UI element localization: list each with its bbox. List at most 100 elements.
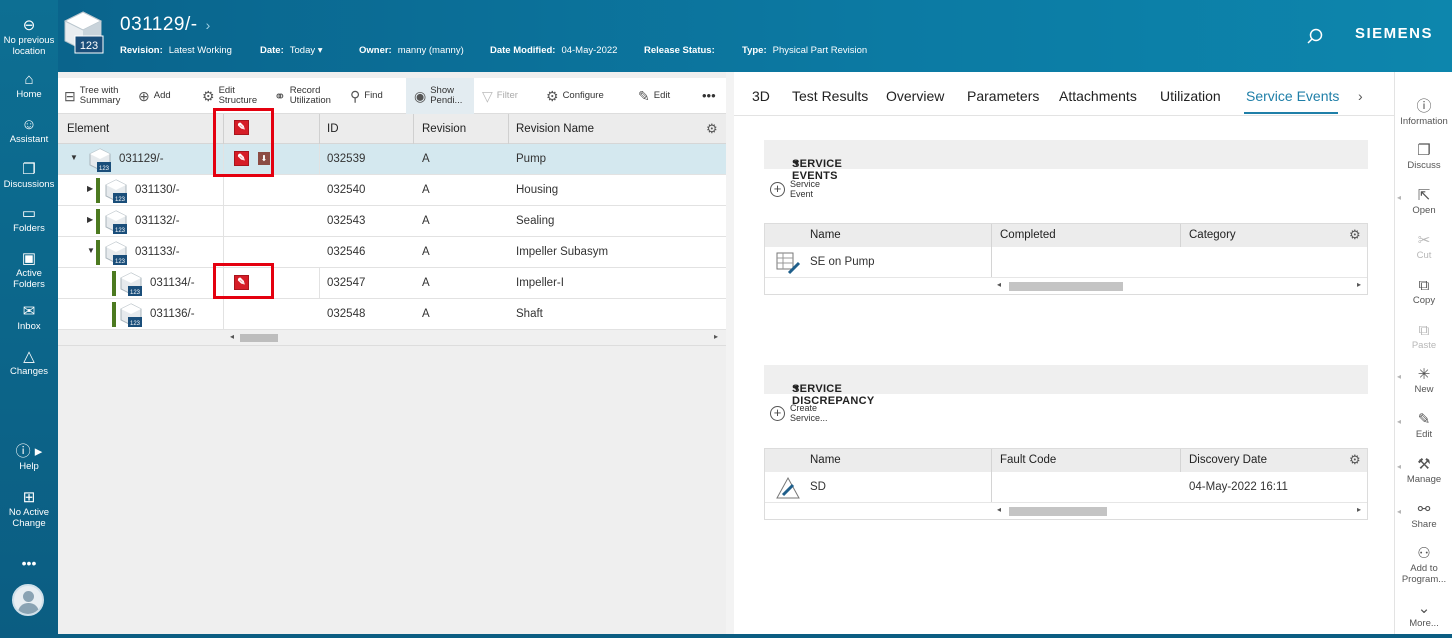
- tree-with-summary-button[interactable]: ⊟ Tree with Summary: [64, 78, 120, 114]
- add-button[interactable]: ⊕ Add: [138, 78, 171, 114]
- table-settings-gear-icon[interactable]: ⚙: [1349, 227, 1361, 243]
- add-to-program-button[interactable]: ⚇ Add to Program...: [1395, 545, 1452, 585]
- tabs-more-chevron-icon[interactable]: ›: [1358, 88, 1363, 104]
- scrollbar-thumb[interactable]: [240, 334, 278, 342]
- collapse-icon[interactable]: ▼: [87, 246, 95, 255]
- more-button[interactable]: ⌄ More...: [1395, 600, 1452, 629]
- open-button[interactable]: ◂ ⇱ Open: [1395, 187, 1452, 216]
- service-column-icon[interactable]: ✎: [234, 120, 249, 135]
- col-revision[interactable]: Revision: [422, 123, 466, 135]
- scroll-left-icon[interactable]: ◂: [997, 280, 1001, 289]
- new-button[interactable]: ◂ ✳ New: [1395, 366, 1452, 395]
- tab-test-results[interactable]: Test Results: [792, 88, 868, 104]
- scroll-right-icon[interactable]: ▸: [1357, 280, 1361, 289]
- tab-attachments[interactable]: Attachments: [1059, 88, 1137, 104]
- expand-icon[interactable]: ▶: [87, 215, 93, 224]
- rail-no-active-change[interactable]: ⊞ No Active Change: [0, 490, 58, 530]
- discuss-button[interactable]: ❐ Discuss: [1395, 142, 1452, 171]
- configure-button[interactable]: ⚙ Configure: [546, 78, 604, 114]
- edit-structure-button[interactable]: ⚙ Edit Structure: [202, 78, 257, 114]
- scroll-left-icon[interactable]: ◂: [997, 505, 1001, 514]
- item-id: 032547: [327, 277, 366, 289]
- table-row[interactable]: ▼ 123 031129/- ✎ ⬇ 032539 A Pump: [58, 144, 726, 175]
- rail-discussions[interactable]: ❐ Discussions: [0, 162, 58, 191]
- table-row[interactable]: 123 031134/- ✎ 032547 A Impeller-I: [58, 268, 726, 299]
- col-fault-code[interactable]: Fault Code: [1000, 454, 1056, 466]
- table-settings-gear-icon[interactable]: ⚙: [1349, 452, 1361, 468]
- find-button[interactable]: ⚲ Find: [350, 78, 383, 114]
- copy-button[interactable]: ⧉ Copy: [1395, 277, 1452, 306]
- table-horizontal-scrollbar[interactable]: ◂ ▸: [765, 278, 1367, 294]
- tab-overview[interactable]: Overview: [886, 88, 944, 104]
- rail-no-previous-location[interactable]: ⊖ No previous location: [0, 18, 58, 58]
- table-horizontal-scrollbar[interactable]: ◂ ▸: [765, 503, 1367, 519]
- table-row[interactable]: ▶ 123 031132/- 032543 A Sealing: [58, 206, 726, 237]
- scroll-right-icon[interactable]: ▸: [714, 332, 718, 341]
- table-row[interactable]: SE on Pump: [765, 247, 1367, 278]
- rail-inbox[interactable]: ✉ Inbox: [0, 304, 58, 333]
- information-button[interactable]: ⓘ Information: [1395, 98, 1452, 127]
- tab-parameters[interactable]: Parameters: [967, 88, 1039, 104]
- service-events-section-header[interactable]: ▼ SERVICE EVENTS: [764, 140, 1368, 182]
- rail-home[interactable]: ⌂ Home: [0, 72, 58, 101]
- col-name[interactable]: Name: [810, 454, 841, 466]
- col-name[interactable]: Name: [810, 229, 841, 241]
- col-category[interactable]: Category: [1189, 229, 1236, 241]
- rail-more-button[interactable]: •••: [0, 556, 58, 570]
- table-row[interactable]: ▶ 123 031130/- 032540 A Housing: [58, 175, 726, 206]
- edit-button[interactable]: ✎ Edit: [638, 78, 670, 114]
- meta-date[interactable]: Date: Today ▾: [260, 45, 323, 56]
- svg-text:123: 123: [115, 259, 126, 265]
- record-utilization-button[interactable]: ⚭ Record Utilization: [274, 78, 331, 114]
- col-completed[interactable]: Completed: [1000, 229, 1056, 241]
- rail-changes[interactable]: △ Changes: [0, 349, 58, 378]
- manage-button[interactable]: ◂ ⚒ Manage: [1395, 456, 1452, 485]
- scrollbar-thumb[interactable]: [1009, 507, 1107, 516]
- paste-button[interactable]: ⧉ Paste: [1395, 322, 1452, 351]
- col-id[interactable]: ID: [327, 123, 339, 135]
- download-icon[interactable]: ⬇: [258, 152, 270, 165]
- item-revision: A: [422, 184, 430, 196]
- collapse-icon[interactable]: ▼: [70, 153, 78, 162]
- tab-3d[interactable]: 3D: [752, 88, 770, 104]
- cut-button[interactable]: ✂ Cut: [1395, 232, 1452, 261]
- tab-service-events[interactable]: Service Events: [1246, 88, 1339, 104]
- chevron-down-icon: ⌄: [1417, 600, 1431, 617]
- table-row[interactable]: 123 031136/- 032548 A Shaft: [58, 299, 726, 330]
- rail-folders[interactable]: ▭ Folders: [0, 206, 58, 235]
- item-id: 032543: [327, 215, 366, 227]
- title-chevron-icon[interactable]: ›: [206, 17, 211, 33]
- item-id: 032539: [327, 153, 366, 165]
- create-service-discrepancy-button[interactable]: + Create Service...: [770, 402, 850, 426]
- service-wrench-icon[interactable]: ✎: [234, 275, 249, 290]
- avatar-body: [18, 603, 39, 614]
- expand-icon[interactable]: ▶: [87, 184, 93, 193]
- page-title: 031129/- ›: [120, 14, 211, 35]
- scroll-right-icon[interactable]: ▸: [1357, 505, 1361, 514]
- col-element[interactable]: Element: [67, 123, 109, 135]
- rail-active-folders[interactable]: ▣ Active Folders: [0, 250, 58, 291]
- toolbar-more-button[interactable]: •••: [702, 78, 716, 114]
- col-discovery-date[interactable]: Discovery Date: [1189, 454, 1267, 466]
- service-event-icon: [776, 252, 801, 275]
- filter-button[interactable]: ▽ Filter: [482, 78, 518, 114]
- rail-assistant[interactable]: ☺ Assistant: [0, 117, 58, 146]
- scrollbar-thumb[interactable]: [1009, 282, 1123, 291]
- show-pending-button[interactable]: ◉ Show Pendi...: [406, 78, 474, 114]
- search-icon[interactable]: [1306, 28, 1324, 51]
- grid-horizontal-scrollbar[interactable]: ◂ ▸: [58, 330, 726, 346]
- user-avatar[interactable]: [12, 584, 44, 616]
- rail-help[interactable]: ⓘ ▸ Help: [0, 444, 58, 473]
- service-wrench-icon[interactable]: ✎: [234, 151, 249, 166]
- service-discrepancy-section-header[interactable]: ▼ SERVICE DISCREPANCY: [764, 365, 1368, 407]
- share-button[interactable]: ◂ ⚯ Share: [1395, 501, 1452, 530]
- edit-rail-button[interactable]: ◂ ✎ Edit: [1395, 411, 1452, 440]
- grid-settings-gear-icon[interactable]: ⚙: [706, 121, 718, 137]
- active-folders-icon: ▣: [21, 250, 37, 267]
- table-row[interactable]: SD 04-May-2022 16:11: [765, 472, 1367, 503]
- scroll-left-icon[interactable]: ◂: [230, 332, 234, 341]
- add-service-event-button[interactable]: + Service Event: [770, 178, 850, 202]
- col-revision-name[interactable]: Revision Name: [516, 123, 594, 135]
- table-row[interactable]: ▼ 123 031133/- 032546 A Impeller Subasym: [58, 237, 726, 268]
- tab-utilization[interactable]: Utilization: [1160, 88, 1221, 104]
